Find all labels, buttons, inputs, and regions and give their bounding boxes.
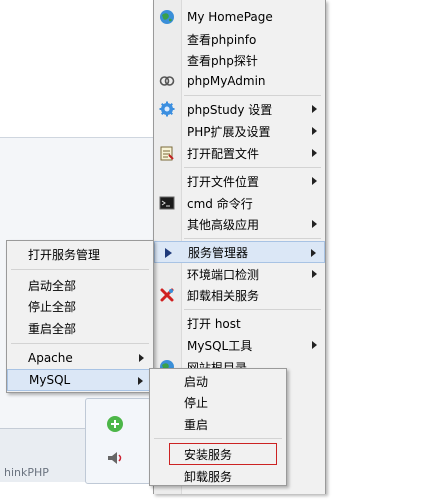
menu-item-apache[interactable]: Apache xyxy=(7,347,153,369)
menu-item-label: 卸载服务 xyxy=(184,469,233,484)
menu-item-label: 启动 xyxy=(184,374,209,389)
menu-item-label: 打开配置文件 xyxy=(187,146,260,161)
menu-item-label: 服务管理器 xyxy=(188,245,249,260)
menu-item-phpstudy-settings[interactable]: phpStudy 设置 xyxy=(154,98,325,120)
menu-item-mysql-tools[interactable]: MySQL工具 xyxy=(154,334,325,356)
menu-item-label: 停止 xyxy=(184,395,209,410)
notepad-icon xyxy=(160,146,174,161)
menu-separator xyxy=(184,309,321,310)
menu-item-label: phpMyAdmin xyxy=(187,74,266,88)
submenu-arrow-icon xyxy=(312,270,317,278)
menu-item-label: 停止全部 xyxy=(28,299,77,314)
menu-item-phpinfo[interactable]: 查看phpinfo xyxy=(154,28,325,50)
speaker-icon[interactable] xyxy=(106,449,124,467)
submenu-arrow-icon xyxy=(312,105,317,113)
play-icon xyxy=(165,248,172,258)
menu-item-service-manager[interactable]: 服务管理器 xyxy=(154,241,325,263)
menu-item-uninstall-services[interactable]: 卸载相关服务 xyxy=(154,284,325,306)
submenu-arrow-icon xyxy=(311,249,316,257)
menu-separator xyxy=(184,238,321,239)
menu-item-phpmyadmin[interactable]: phpMyAdmin xyxy=(154,70,325,92)
menu-item-label: 其他高级应用 xyxy=(187,217,260,232)
tray-app-icon[interactable] xyxy=(106,415,124,433)
menu-item-label: phpStudy 设置 xyxy=(187,102,273,117)
background-partial-text: hinkPHP xyxy=(4,466,49,479)
submenu-arrow-icon xyxy=(138,377,143,385)
menu-item-open-file-location[interactable]: 打开文件位置 xyxy=(154,170,325,192)
menu-item-label: 打开服务管理 xyxy=(28,247,101,262)
menu-item-label: Apache xyxy=(28,351,73,365)
menu-item-label: 查看phpinfo xyxy=(187,32,257,47)
menu-item-port-check[interactable]: 环境端口检测 xyxy=(154,263,325,285)
mysql-submenu: 启动 停止 重启 安装服务 卸载服务 xyxy=(149,368,287,486)
submenu-arrow-icon xyxy=(312,177,317,185)
menu-separator xyxy=(184,167,321,168)
menu-item-label: 打开文件位置 xyxy=(187,174,260,189)
menu-item-start-all[interactable]: 启动全部 xyxy=(7,274,153,296)
tray-icon-popup xyxy=(85,398,151,484)
menu-item-uninstall-service[interactable]: 卸载服务 xyxy=(150,465,286,487)
menu-item-mysql[interactable]: MySQL xyxy=(7,369,153,391)
menu-item-label: PHP扩展及设置 xyxy=(187,124,271,139)
submenu-arrow-icon xyxy=(312,341,317,349)
menu-item-stop[interactable]: 停止 xyxy=(150,391,286,413)
menu-item-label: 打开 host xyxy=(187,316,241,331)
menu-item-php-probe[interactable]: 查看php探针 xyxy=(154,49,325,71)
submenu-arrow-icon xyxy=(312,149,317,157)
menu-item-stop-all[interactable]: 停止全部 xyxy=(7,295,153,317)
menu-separator xyxy=(11,269,149,270)
menu-item-label: 启动全部 xyxy=(28,278,77,293)
highlight-box xyxy=(169,443,277,465)
menu-item-open-config[interactable]: 打开配置文件 xyxy=(154,142,325,164)
menu-item-advanced[interactable]: 其他高级应用 xyxy=(154,213,325,235)
menu-item-open-service-manager[interactable]: 打开服务管理 xyxy=(7,243,153,265)
menu-item-restart[interactable]: 重启 xyxy=(150,413,286,435)
menu-separator xyxy=(11,343,149,344)
menu-item-label: 查看php探针 xyxy=(187,53,258,68)
menu-item-start[interactable]: 启动 xyxy=(150,370,286,392)
menu-separator xyxy=(184,95,321,96)
menu-item-label: MySQL xyxy=(29,373,71,387)
menu-item-open-host[interactable]: 打开 host xyxy=(154,312,325,334)
menu-item-label: 重启 xyxy=(184,417,209,432)
gear-icon xyxy=(159,101,175,117)
red-x-icon xyxy=(160,288,174,302)
menu-item-label: 卸载相关服务 xyxy=(187,288,260,303)
menu-item-label: 环境端口检测 xyxy=(187,267,260,282)
menu-item-label: MySQL工具 xyxy=(187,338,253,353)
menu-item-label: cmd 命令行 xyxy=(187,196,253,211)
service-manager-submenu: 打开服务管理 启动全部 停止全部 重启全部 Apache MySQL xyxy=(6,240,154,393)
submenu-arrow-icon xyxy=(139,354,144,362)
menu-item-label: 重启全部 xyxy=(28,321,77,336)
menu-item-label: My HomePage xyxy=(187,10,273,24)
menu-item-my-homepage[interactable]: My HomePage xyxy=(154,6,325,28)
terminal-icon xyxy=(159,196,175,210)
globe-icon xyxy=(160,10,174,24)
menu-separator xyxy=(154,438,282,439)
menu-item-php-extensions[interactable]: PHP扩展及设置 xyxy=(154,120,325,142)
menu-item-restart-all[interactable]: 重启全部 xyxy=(7,317,153,339)
submenu-arrow-icon xyxy=(312,220,317,228)
menu-item-cmd[interactable]: cmd 命令行 xyxy=(154,192,325,214)
submenu-arrow-icon xyxy=(312,127,317,135)
rings-icon xyxy=(159,76,175,86)
